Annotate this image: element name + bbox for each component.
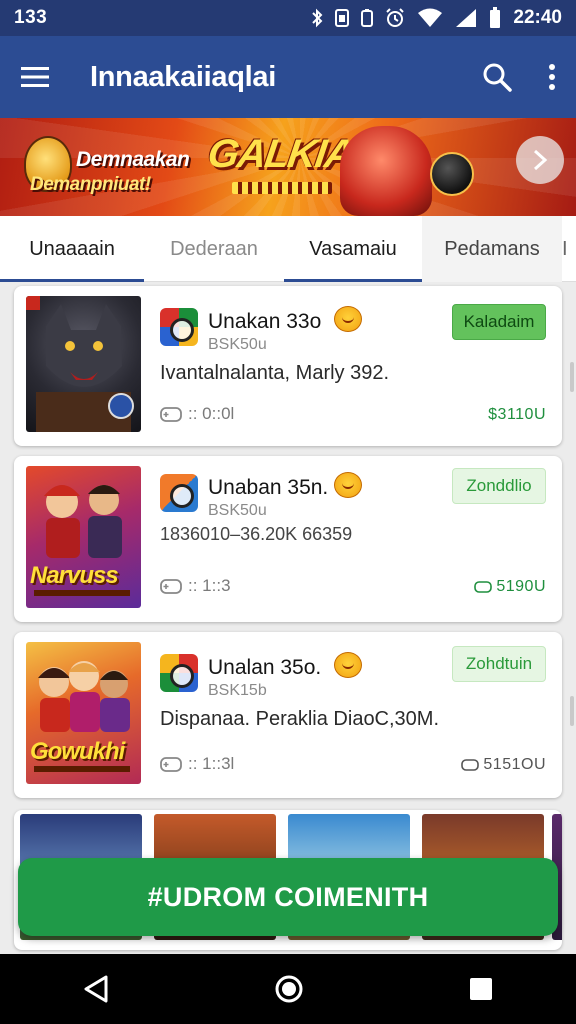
chevron-right-icon xyxy=(533,149,548,171)
wifi-icon xyxy=(418,8,443,27)
status-bar: 133 22:40 xyxy=(0,0,576,36)
signal-icon xyxy=(456,9,477,27)
item-subtitle: BSK50u xyxy=(208,336,267,353)
status-clock: 22:40 xyxy=(513,7,562,28)
scrollbar-thumb[interactable] xyxy=(570,362,574,392)
emoji-icon xyxy=(334,652,362,678)
game-cover-image: Gowukhi xyxy=(26,642,141,784)
emoji-icon xyxy=(334,472,362,498)
install-button-label: Zonddlio xyxy=(466,476,532,495)
item-meta-text: :: 1::3l xyxy=(188,754,235,773)
tab-4[interactable]: Pedamans xyxy=(422,216,562,282)
battery-saver-icon xyxy=(361,9,374,27)
gamepad-icon xyxy=(461,759,480,771)
status-icons: 22:40 xyxy=(311,7,562,29)
app-bar: Innaakaiiaqlai xyxy=(0,36,576,118)
item-description: Ivantalnalanta, Marly 392. xyxy=(160,362,390,384)
game-cover-image: Narvuss xyxy=(26,466,141,608)
back-triangle-icon[interactable] xyxy=(82,974,110,1004)
item-meta-text: :: 1::3 xyxy=(188,576,231,595)
item-meta-text: :: 0::0l xyxy=(188,404,235,423)
item-meta: :: 0::0l xyxy=(160,404,234,424)
primary-cta-label: #UDROM COIMENITH xyxy=(147,881,429,912)
list-item[interactable]: Narvuss Unaban 35n. BSK50u 1836010–36.20… xyxy=(14,456,562,622)
banner-brand-strip xyxy=(232,182,332,194)
item-description: 1836010–36.20K 66359 xyxy=(160,524,353,544)
cover-logo-band xyxy=(34,766,130,772)
emoji-icon xyxy=(334,306,362,332)
controller-icon xyxy=(160,407,182,422)
item-meta: :: 1::3 xyxy=(160,576,231,596)
app-icon xyxy=(160,654,198,692)
battery-icon xyxy=(490,7,501,28)
tab-bar: Unaaaain Dederaan Vasamaiu Pedamans I xyxy=(0,216,576,282)
cover-logo: Narvuss xyxy=(30,562,119,589)
item-title: Unaban 35n. xyxy=(208,476,329,499)
primary-cta-button[interactable]: #UDROM COIMENITH xyxy=(18,858,558,936)
item-subtitle: BSK50u xyxy=(208,502,267,519)
tab-5-label: I xyxy=(562,237,568,260)
alarm-icon xyxy=(386,8,405,27)
sim-icon xyxy=(335,9,350,27)
item-price: $3110U xyxy=(488,406,546,423)
install-button-label: Zohdtuin xyxy=(465,654,533,673)
tab-3-label: Vasamaiu xyxy=(309,237,397,260)
app-bar-actions xyxy=(482,62,556,92)
game-cover-image xyxy=(26,296,141,432)
item-title: Unalan 35o. xyxy=(208,656,322,679)
tab-1-label: Unaaaain xyxy=(29,237,115,260)
banner-headline: Demnaakan xyxy=(76,148,190,171)
banner-next-button[interactable] xyxy=(516,136,564,184)
cover-logo: Gowukhi xyxy=(30,738,125,765)
bluetooth-icon xyxy=(312,8,323,28)
item-price: 5190U xyxy=(496,578,546,595)
wolf-character-image xyxy=(26,296,134,432)
install-button[interactable]: Zonddlio xyxy=(452,468,546,504)
app-icon xyxy=(160,308,198,346)
tab-1[interactable]: Unaaaain xyxy=(0,216,144,282)
tab-2-label: Dederaan xyxy=(170,237,258,260)
item-meta: :: 1::3l xyxy=(160,754,234,774)
list-item[interactable]: Unakan 33o BSK50u Ivantalnalanta, Marly … xyxy=(14,286,562,446)
app-title: Innaakaiiaqlai xyxy=(90,60,276,93)
gamepad-icon xyxy=(474,581,493,593)
scrollbar-thumb[interactable] xyxy=(570,696,574,726)
home-circle-icon[interactable] xyxy=(274,974,304,1004)
list-item[interactable]: Gowukhi Unalan 35o. BSK15b Dispanaa. Per… xyxy=(14,632,562,798)
search-icon[interactable] xyxy=(482,62,512,92)
recents-square-icon[interactable] xyxy=(468,976,494,1002)
more-vert-icon[interactable] xyxy=(548,63,556,91)
item-price-row: 5190U xyxy=(474,578,546,596)
install-button[interactable]: Kaladaim xyxy=(452,304,546,340)
tab-1-indicator xyxy=(0,279,144,282)
tab-3[interactable]: Vasamaiu xyxy=(284,216,422,282)
banner-subheadline: Demanpniuat! xyxy=(30,174,151,195)
item-subtitle: BSK15b xyxy=(208,682,267,699)
item-title: Unakan 33o xyxy=(208,310,322,333)
status-time-left: 133 xyxy=(14,7,48,28)
menu-icon[interactable] xyxy=(20,65,50,89)
tab-3-indicator xyxy=(284,279,422,282)
controller-icon xyxy=(160,579,182,594)
tab-4-label: Pedamans xyxy=(444,237,540,260)
item-description: Dispanaa. Peraklia DiaoC,30M. xyxy=(160,708,440,730)
tab-5[interactable]: I xyxy=(562,216,576,282)
system-nav-bar xyxy=(0,954,576,1024)
banner-hero-image xyxy=(340,126,432,216)
banner-ball-image xyxy=(430,152,474,196)
install-button-label: Kaladaim xyxy=(463,312,535,331)
item-price-row: 5151OU xyxy=(461,756,546,774)
item-price: 5151OU xyxy=(483,756,546,773)
cover-logo-band xyxy=(34,590,130,596)
install-button[interactable]: Zohdtuin xyxy=(452,646,546,682)
controller-icon xyxy=(160,757,182,772)
tab-2[interactable]: Dederaan xyxy=(144,216,284,282)
app-icon xyxy=(160,474,198,512)
promo-banner[interactable]: Demnaakan Demanpniuat! GALKIAN xyxy=(0,118,576,216)
